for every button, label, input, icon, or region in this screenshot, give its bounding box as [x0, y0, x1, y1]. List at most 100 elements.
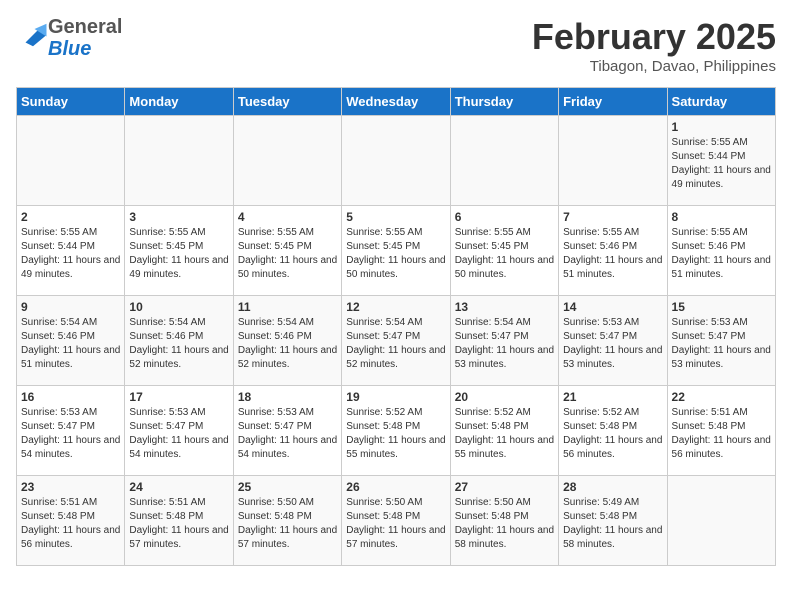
- day-cell: 14 Sunrise: 5:53 AM Sunset: 5:47 PM Dayli…: [559, 296, 667, 386]
- column-header-wednesday: Wednesday: [342, 88, 450, 116]
- location-subtitle: Tibagon, Davao, Philippines: [532, 58, 776, 75]
- day-cell: 28 Sunrise: 5:49 AM Sunset: 5:48 PM Dayli…: [559, 476, 667, 566]
- day-info: Sunrise: 5:55 AM Sunset: 5:46 PM Dayligh…: [563, 226, 662, 282]
- day-number: 16: [21, 390, 120, 404]
- day-number: 20: [455, 390, 554, 404]
- day-info: Sunrise: 5:51 AM Sunset: 5:48 PM Dayligh…: [672, 406, 771, 462]
- month-title: February 2025: [532, 16, 776, 58]
- day-number: 21: [563, 390, 662, 404]
- day-cell: 17 Sunrise: 5:53 AM Sunset: 5:47 PM Dayli…: [125, 386, 233, 476]
- day-cell: 9 Sunrise: 5:54 AM Sunset: 5:46 PM Daylig…: [17, 296, 125, 386]
- logo-general: General: [48, 16, 122, 38]
- day-cell: 13 Sunrise: 5:54 AM Sunset: 5:47 PM Dayli…: [450, 296, 558, 386]
- day-cell: 19Sunrise: 5:52 AM Sunset: 5:48 PM Dayli…: [342, 386, 450, 476]
- day-cell: 6 Sunrise: 5:55 AM Sunset: 5:45 PM Daylig…: [450, 206, 558, 296]
- column-header-tuesday: Tuesday: [233, 88, 341, 116]
- day-cell: 8 Sunrise: 5:55 AM Sunset: 5:46 PM Daylig…: [667, 206, 775, 296]
- day-number: 15: [672, 300, 771, 314]
- day-info: Sunrise: 5:50 AM Sunset: 5:48 PM Dayligh…: [455, 496, 554, 552]
- column-header-saturday: Saturday: [667, 88, 775, 116]
- day-info: Sunrise: 5:55 AM Sunset: 5:46 PM Dayligh…: [672, 226, 771, 282]
- day-cell: [125, 116, 233, 206]
- week-row-2: 2 Sunrise: 5:55 AM Sunset: 5:44 PM Daylig…: [17, 206, 776, 296]
- day-number: 27: [455, 480, 554, 494]
- day-cell: 5Sunrise: 5:55 AM Sunset: 5:45 PM Daylig…: [342, 206, 450, 296]
- day-cell: 7Sunrise: 5:55 AM Sunset: 5:46 PM Daylig…: [559, 206, 667, 296]
- day-info: Sunrise: 5:55 AM Sunset: 5:44 PM Dayligh…: [672, 136, 771, 192]
- day-cell: 2 Sunrise: 5:55 AM Sunset: 5:44 PM Daylig…: [17, 206, 125, 296]
- day-cell: 10 Sunrise: 5:54 AM Sunset: 5:46 PM Dayli…: [125, 296, 233, 386]
- day-cell: 1 Sunrise: 5:55 AM Sunset: 5:44 PM Daylig…: [667, 116, 775, 206]
- day-cell: 23 Sunrise: 5:51 AM Sunset: 5:48 PM Dayli…: [17, 476, 125, 566]
- day-info: Sunrise: 5:55 AM Sunset: 5:45 PM Dayligh…: [455, 226, 554, 282]
- column-header-thursday: Thursday: [450, 88, 558, 116]
- day-info: Sunrise: 5:50 AM Sunset: 5:48 PM Dayligh…: [346, 496, 445, 552]
- day-number: 1: [672, 120, 771, 134]
- day-cell: 11 Sunrise: 5:54 AM Sunset: 5:46 PM Dayli…: [233, 296, 341, 386]
- day-number: 18: [238, 390, 337, 404]
- logo-icon: [18, 20, 48, 50]
- day-info: Sunrise: 5:53 AM Sunset: 5:47 PM Dayligh…: [563, 316, 662, 372]
- day-number: 9: [21, 300, 120, 314]
- day-cell: [233, 116, 341, 206]
- day-cell: [17, 116, 125, 206]
- day-info: Sunrise: 5:53 AM Sunset: 5:47 PM Dayligh…: [672, 316, 771, 372]
- day-cell: 15 Sunrise: 5:53 AM Sunset: 5:47 PM Dayli…: [667, 296, 775, 386]
- day-info: Sunrise: 5:53 AM Sunset: 5:47 PM Dayligh…: [129, 406, 228, 462]
- calendar-table: SundayMondayTuesdayWednesdayThursdayFrid…: [16, 87, 776, 566]
- day-number: 11: [238, 300, 337, 314]
- day-cell: 12Sunrise: 5:54 AM Sunset: 5:47 PM Dayli…: [342, 296, 450, 386]
- day-number: 22: [672, 390, 771, 404]
- day-info: Sunrise: 5:52 AM Sunset: 5:48 PM Dayligh…: [563, 406, 662, 462]
- day-cell: 3 Sunrise: 5:55 AM Sunset: 5:45 PM Daylig…: [125, 206, 233, 296]
- day-cell: 27 Sunrise: 5:50 AM Sunset: 5:48 PM Dayli…: [450, 476, 558, 566]
- calendar-body: 1 Sunrise: 5:55 AM Sunset: 5:44 PM Daylig…: [17, 116, 776, 566]
- day-cell: 21 Sunrise: 5:52 AM Sunset: 5:48 PM Dayli…: [559, 386, 667, 476]
- day-number: 28: [563, 480, 662, 494]
- day-cell: 4Sunrise: 5:55 AM Sunset: 5:45 PM Daylig…: [233, 206, 341, 296]
- calendar-header: SundayMondayTuesdayWednesdayThursdayFrid…: [17, 88, 776, 116]
- day-number: 14: [563, 300, 662, 314]
- day-info: Sunrise: 5:54 AM Sunset: 5:46 PM Dayligh…: [238, 316, 337, 372]
- day-number: 12: [346, 300, 445, 314]
- column-header-monday: Monday: [125, 88, 233, 116]
- day-cell: [342, 116, 450, 206]
- day-number: 19: [346, 390, 445, 404]
- day-info: Sunrise: 5:53 AM Sunset: 5:47 PM Dayligh…: [238, 406, 337, 462]
- day-info: Sunrise: 5:54 AM Sunset: 5:47 PM Dayligh…: [455, 316, 554, 372]
- week-row-5: 23 Sunrise: 5:51 AM Sunset: 5:48 PM Dayli…: [17, 476, 776, 566]
- day-cell: [450, 116, 558, 206]
- day-number: 5: [346, 210, 445, 224]
- day-number: 10: [129, 300, 228, 314]
- day-info: Sunrise: 5:53 AM Sunset: 5:47 PM Dayligh…: [21, 406, 120, 462]
- day-number: 26: [346, 480, 445, 494]
- day-cell: 16 Sunrise: 5:53 AM Sunset: 5:47 PM Dayli…: [17, 386, 125, 476]
- day-info: Sunrise: 5:49 AM Sunset: 5:48 PM Dayligh…: [563, 496, 662, 552]
- day-info: Sunrise: 5:51 AM Sunset: 5:48 PM Dayligh…: [129, 496, 228, 552]
- day-number: 17: [129, 390, 228, 404]
- day-cell: 25 Sunrise: 5:50 AM Sunset: 5:48 PM Dayli…: [233, 476, 341, 566]
- day-number: 25: [238, 480, 337, 494]
- day-number: 6: [455, 210, 554, 224]
- day-cell: [667, 476, 775, 566]
- day-number: 2: [21, 210, 120, 224]
- day-info: Sunrise: 5:55 AM Sunset: 5:45 PM Dayligh…: [129, 226, 228, 282]
- day-number: 23: [21, 480, 120, 494]
- day-cell: 24Sunrise: 5:51 AM Sunset: 5:48 PM Dayli…: [125, 476, 233, 566]
- day-number: 3: [129, 210, 228, 224]
- week-row-3: 9 Sunrise: 5:54 AM Sunset: 5:46 PM Daylig…: [17, 296, 776, 386]
- week-row-4: 16 Sunrise: 5:53 AM Sunset: 5:47 PM Dayli…: [17, 386, 776, 476]
- day-cell: 20 Sunrise: 5:52 AM Sunset: 5:48 PM Dayli…: [450, 386, 558, 476]
- day-info: Sunrise: 5:54 AM Sunset: 5:46 PM Dayligh…: [129, 316, 228, 372]
- day-info: Sunrise: 5:51 AM Sunset: 5:48 PM Dayligh…: [21, 496, 120, 552]
- day-cell: 26 Sunrise: 5:50 AM Sunset: 5:48 PM Dayli…: [342, 476, 450, 566]
- column-header-sunday: Sunday: [17, 88, 125, 116]
- day-info: Sunrise: 5:52 AM Sunset: 5:48 PM Dayligh…: [455, 406, 554, 462]
- day-info: Sunrise: 5:50 AM Sunset: 5:48 PM Dayligh…: [238, 496, 337, 552]
- day-cell: 18 Sunrise: 5:53 AM Sunset: 5:47 PM Dayli…: [233, 386, 341, 476]
- day-number: 13: [455, 300, 554, 314]
- day-number: 8: [672, 210, 771, 224]
- day-info: Sunrise: 5:55 AM Sunset: 5:44 PM Dayligh…: [21, 226, 120, 282]
- logo-blue: Blue: [48, 38, 91, 60]
- day-info: Sunrise: 5:54 AM Sunset: 5:46 PM Dayligh…: [21, 316, 120, 372]
